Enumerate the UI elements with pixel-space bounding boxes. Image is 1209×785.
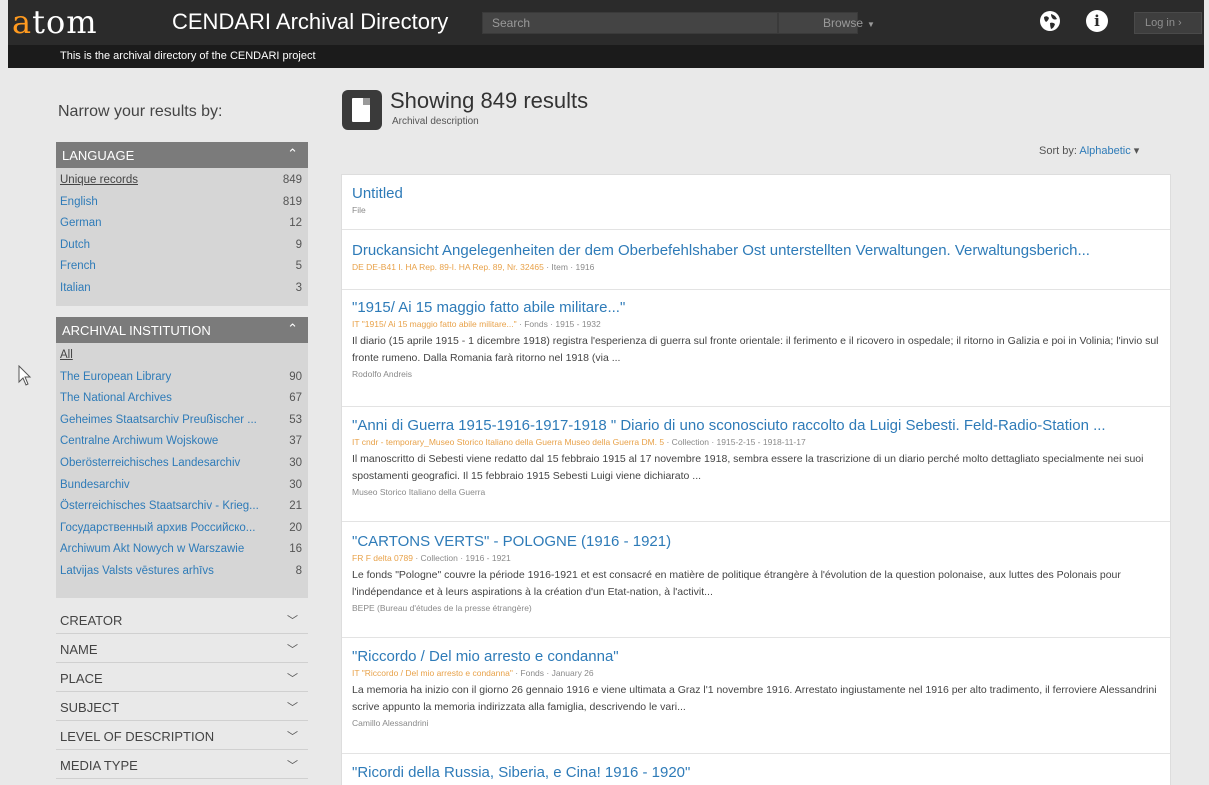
- atom-logo[interactable]: atom: [12, 3, 98, 41]
- mouse-pointer-icon: [18, 365, 32, 386]
- result-description: La memoria ha inizio con il giorno 26 ge…: [352, 684, 1157, 713]
- facet-item[interactable]: French 5: [56, 256, 308, 278]
- result-title[interactable]: Druckansicht Angelegenheiten der dem Obe…: [352, 242, 1160, 259]
- narrow-results-heading: Narrow your results by:: [58, 103, 223, 120]
- chevron-down-icon: ﹀: [287, 644, 298, 656]
- globe-icon[interactable]: [1039, 10, 1061, 32]
- facet-item[interactable]: Oberösterreichisches Landesarchiv 30: [56, 453, 308, 475]
- result-creator: BEPE (Bureau d'études de la presse étran…: [352, 603, 532, 613]
- facet-item[interactable]: Bundesarchiv 30: [56, 475, 308, 497]
- chevron-down-icon: ﹀: [287, 615, 298, 627]
- login-button[interactable]: Log in ›: [1134, 12, 1202, 34]
- facet-institution-header[interactable]: ARCHIVAL INSTITUTION ⌃: [56, 317, 308, 343]
- top-navbar: atom CENDARI Archival Directory Search B…: [8, 0, 1204, 45]
- document-icon: [342, 90, 382, 130]
- result-item: "Ricordi della Russia, Siberia, e Cina! …: [342, 754, 1170, 785]
- facet-item[interactable]: Centralne Archiwum Wojskowe 37: [56, 431, 308, 453]
- result-meta: IT "1915/ Ai 15 maggio fatto abile milit…: [352, 319, 601, 329]
- facet-level-of-description[interactable]: LEVEL OF DESCRIPTION ﹀: [56, 722, 308, 750]
- chevron-down-icon: ﹀: [287, 673, 298, 685]
- facet-item[interactable]: The National Archives 67: [56, 388, 308, 410]
- result-item: Druckansicht Angelegenheiten der dem Obe…: [342, 230, 1170, 290]
- facet-item[interactable]: The European Library 90: [56, 367, 308, 389]
- result-title[interactable]: "CARTONS VERTS" - POLOGNE (1916 - 1921): [352, 533, 1160, 550]
- facet-item[interactable]: Geheimes Staatsarchiv Preußischer ... 53: [56, 410, 308, 432]
- result-item: "Anni di Guerra 1915-1916-1917-1918 " Di…: [342, 407, 1170, 522]
- result-item: "1915/ Ai 15 maggio fatto abile militare…: [342, 290, 1170, 407]
- chevron-up-icon: ⌃: [287, 321, 298, 336]
- chevron-down-icon: ▼: [867, 20, 875, 29]
- facet-item[interactable]: Archiwum Akt Nowych w Warszawie 16: [56, 539, 308, 561]
- result-description: Il manoscritto di Sebesti viene redatto …: [352, 453, 1144, 482]
- facet-item[interactable]: Unique records 849: [56, 170, 308, 192]
- facet-language-list: Unique records 849 English 819 German 12 Du…: [56, 168, 308, 306]
- sort-control[interactable]: Sort by: Alphabetic ▾: [1039, 144, 1139, 157]
- chevron-down-icon: ﹀: [287, 731, 298, 743]
- browse-menu-button[interactable]: Browse ▼: [778, 12, 875, 34]
- result-description: Le fonds "Pologne" couvre la période 191…: [352, 569, 1121, 598]
- result-title[interactable]: Untitled: [352, 185, 1160, 202]
- result-meta: File: [352, 205, 366, 215]
- result-title[interactable]: "Riccordo / Del mio arresto e condanna": [352, 648, 1160, 665]
- info-icon[interactable]: i: [1086, 10, 1108, 32]
- facet-institution-list: All The European Library 90 The National …: [56, 343, 308, 598]
- facet-item[interactable]: English 819: [56, 192, 308, 214]
- result-item: Untitled File: [342, 175, 1170, 230]
- result-title[interactable]: "Ricordi della Russia, Siberia, e Cina! …: [352, 764, 1160, 781]
- facet-item[interactable]: Dutch 9: [56, 235, 308, 257]
- facet-creator[interactable]: CREATOR ﹀: [56, 606, 308, 634]
- facet-name[interactable]: NAME ﹀: [56, 635, 308, 663]
- results-count-heading: Showing 849 results: [390, 88, 589, 113]
- search-input[interactable]: Search: [482, 12, 778, 34]
- result-title[interactable]: "Anni di Guerra 1915-1916-1917-1918 " Di…: [352, 417, 1160, 434]
- facet-media-type[interactable]: MEDIA TYPE ﹀: [56, 751, 308, 779]
- result-meta: IT cndr - temporary_Museo Storico Italia…: [352, 437, 806, 447]
- result-item: "Riccordo / Del mio arresto e condanna" …: [342, 638, 1170, 754]
- result-description: Il diario (15 aprile 1915 - 1 dicembre 1…: [352, 335, 1159, 364]
- site-title[interactable]: CENDARI Archival Directory: [172, 9, 448, 35]
- facet-item[interactable]: German 12: [56, 213, 308, 235]
- result-creator: Camillo Alessandrini: [352, 718, 429, 728]
- results-list: Untitled File Druckansicht Angelegenheit…: [341, 174, 1171, 785]
- facet-language-header[interactable]: LANGUAGE ⌃: [56, 142, 308, 168]
- facet-place[interactable]: PLACE ﹀: [56, 664, 308, 692]
- chevron-down-icon: ﹀: [287, 760, 298, 772]
- facet-item[interactable]: Österreichisches Staatsarchiv - Krieg...…: [56, 496, 308, 518]
- entity-type-label: Archival description: [392, 116, 479, 127]
- result-item: "CARTONS VERTS" - POLOGNE (1916 - 1921) …: [342, 522, 1170, 638]
- result-meta: IT "Riccordo / Del mio arresto e condann…: [352, 668, 594, 678]
- result-meta: FR F delta 0789 · Collection · 1916 - 19…: [352, 553, 511, 563]
- facet-item[interactable]: Italian 3: [56, 278, 308, 300]
- facet-item[interactable]: All: [56, 345, 308, 367]
- tagline-bar: This is the archival directory of the CE…: [8, 45, 1204, 68]
- facet-subject[interactable]: SUBJECT ﹀: [56, 693, 308, 721]
- result-meta: DE DE-B41 I. HA Rep. 89-I. HA Rep. 89, N…: [352, 262, 595, 272]
- chevron-down-icon: ﹀: [287, 702, 298, 714]
- chevron-up-icon: ⌃: [287, 146, 298, 161]
- facet-item[interactable]: Государственный архив Российско... 20: [56, 518, 308, 540]
- result-creator: Museo Storico Italiano della Guerra: [352, 487, 486, 497]
- caret-down-icon: ▾: [1133, 145, 1140, 157]
- facet-item[interactable]: Latvijas Valsts vēstures arhīvs 8: [56, 561, 308, 583]
- result-creator: Rodolfo Andreis: [352, 369, 413, 379]
- result-title[interactable]: "1915/ Ai 15 maggio fatto abile militare…: [352, 299, 1160, 316]
